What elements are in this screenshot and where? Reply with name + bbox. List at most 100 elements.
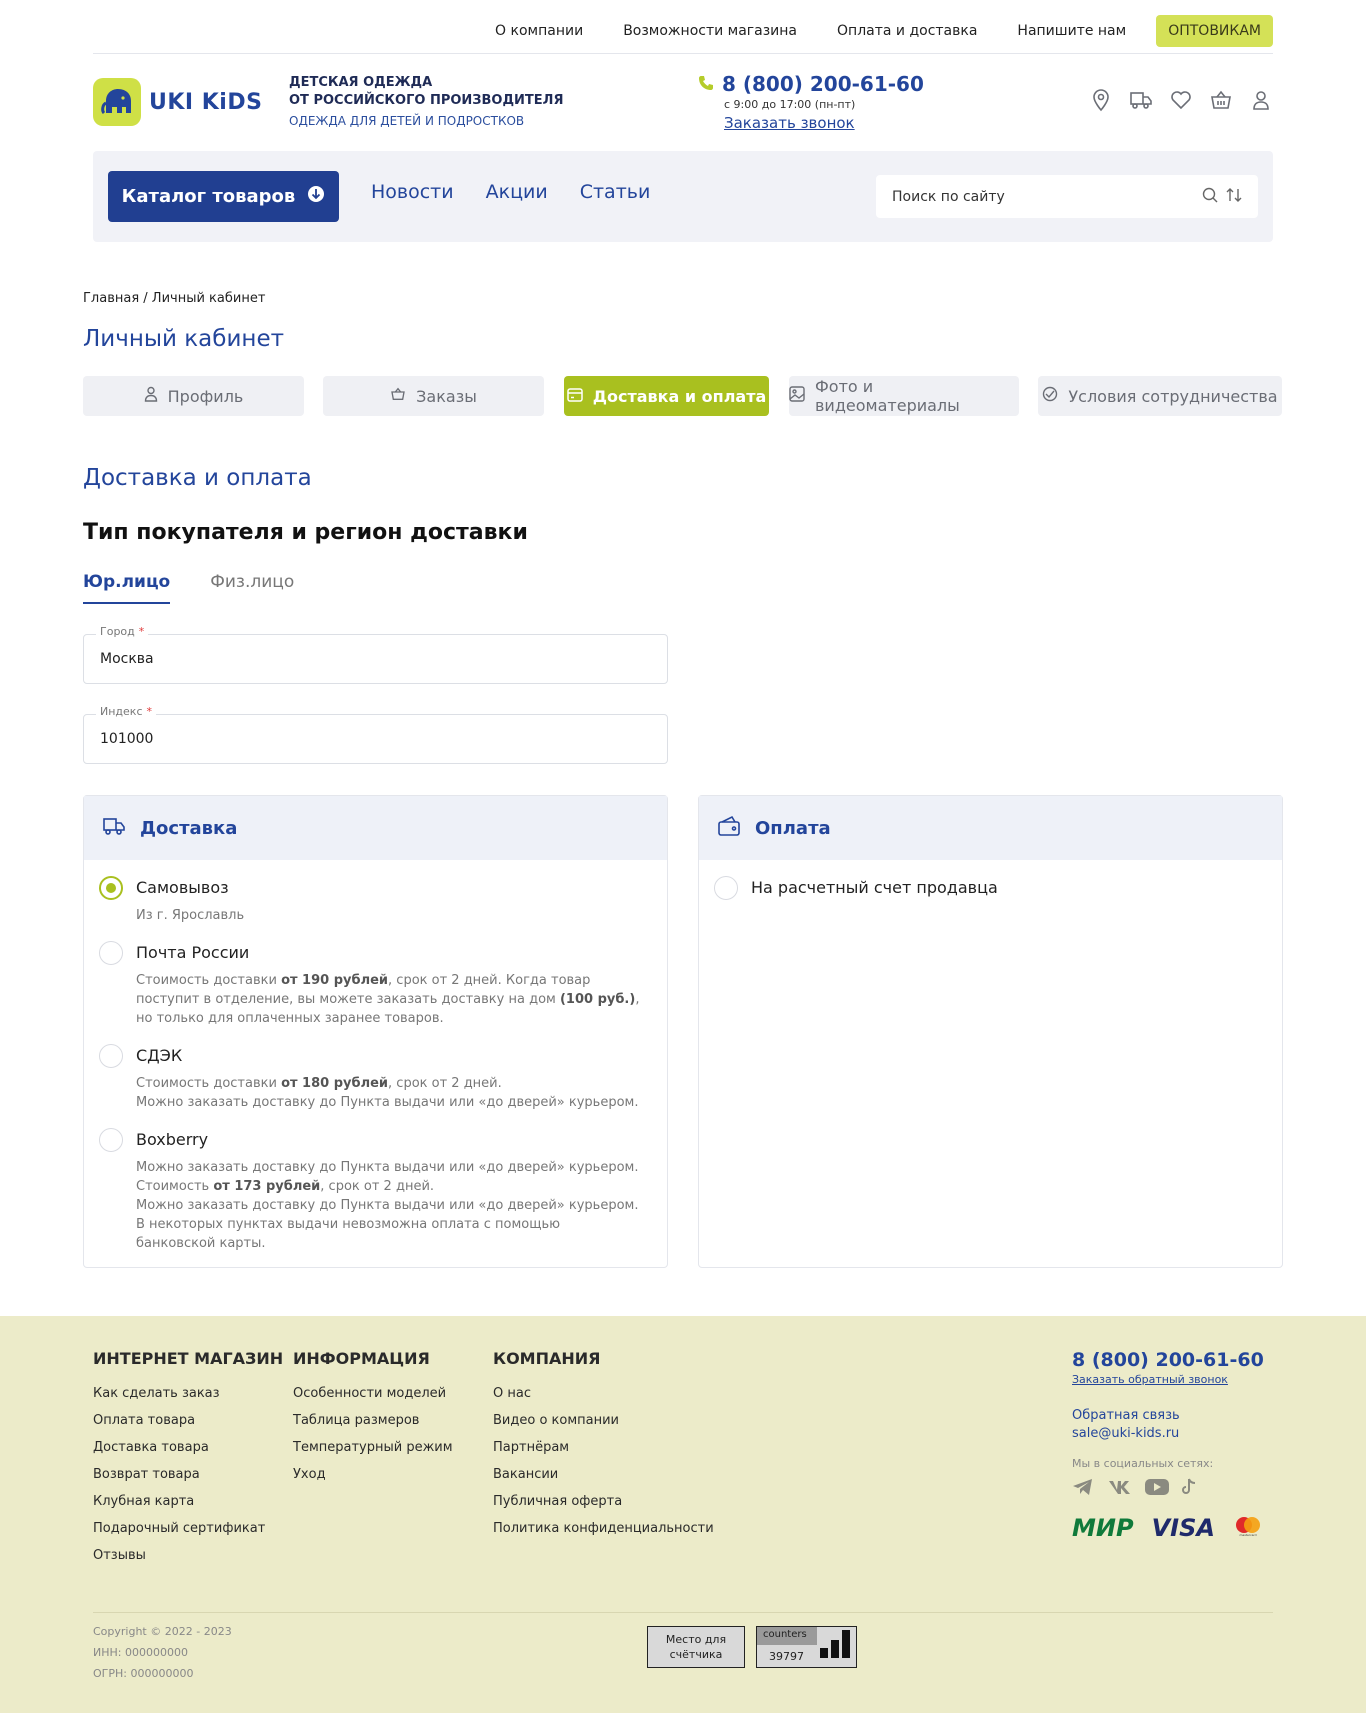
footer-link[interactable]: Вакансии xyxy=(493,1461,714,1488)
wholesale-button[interactable]: ОПТОВИКАМ xyxy=(1156,14,1273,47)
brand-name: UKI KiDS xyxy=(149,89,263,115)
footer-link[interactable]: О нас xyxy=(493,1380,714,1407)
footer-link[interactable]: Видео о компании xyxy=(493,1407,714,1434)
option-pickup-label: Самовывоз xyxy=(136,878,229,897)
top-link-payment-delivery[interactable]: Оплата и доставка xyxy=(837,23,977,39)
tagline-line2: ОТ РОССИЙСКОГО ПРОИЗВОДИТЕЛЯ xyxy=(289,93,564,108)
footer-col-shop: ИНТЕРНЕТ МАГАЗИН Как сделать заказ Оплат… xyxy=(93,1349,283,1569)
index-value: 101000 xyxy=(100,731,154,747)
search-input[interactable]: Поиск по сайту xyxy=(892,189,1202,205)
truck-icon xyxy=(102,814,126,842)
footer-link[interactable]: Оплата товара xyxy=(93,1407,283,1434)
copyright-block: Copyright © 2022 - 2023 ИНН: 000000000 О… xyxy=(93,1621,232,1684)
basket-icon xyxy=(390,386,406,406)
footer-link[interactable]: Таблица размеров xyxy=(293,1407,453,1434)
radio-russian-post[interactable] xyxy=(99,941,123,965)
radio-boxberry[interactable] xyxy=(99,1128,123,1152)
truck-icon[interactable] xyxy=(1129,88,1153,112)
elephant-icon xyxy=(93,78,141,126)
footer-phone[interactable]: 8 (800) 200-61-60 xyxy=(1072,1349,1264,1371)
footer-link[interactable]: Как сделать заказ xyxy=(93,1380,283,1407)
index-field[interactable]: Индекс * 101000 xyxy=(83,705,668,764)
nav-promos[interactable]: Акции xyxy=(486,181,548,203)
site-header: UKI KiDS ДЕТСКАЯ ОДЕЖДА ОТ РОССИЙСКОГО П… xyxy=(93,72,1273,138)
footer-link[interactable]: Подарочный сертификат xyxy=(93,1515,283,1542)
footer-link[interactable]: Политика конфиденциальности xyxy=(493,1515,714,1542)
tab-delivery-payment[interactable]: Доставка и оплата xyxy=(564,376,769,416)
tab-profile-label: Профиль xyxy=(167,386,244,406)
heart-icon[interactable] xyxy=(1169,88,1193,112)
footer-link[interactable]: Температурный режим xyxy=(293,1434,453,1461)
footer: ИНТЕРНЕТ МАГАЗИН Как сделать заказ Оплат… xyxy=(0,1316,1366,1713)
catalog-button[interactable]: Каталог товаров xyxy=(108,171,339,222)
bar-chart-icon xyxy=(818,1626,852,1664)
option-russian-post-desc: Стоимость доставки от 190 рублей, срок о… xyxy=(136,973,640,1026)
footer-link[interactable]: Партнёрам xyxy=(493,1434,714,1461)
footer-col-company-title: КОМПАНИЯ xyxy=(493,1349,601,1368)
top-link-features[interactable]: Возможности магазина xyxy=(623,23,797,39)
nav-articles[interactable]: Статьи xyxy=(580,181,651,203)
user-icon[interactable] xyxy=(1249,88,1273,112)
wallet-icon xyxy=(717,814,741,842)
payment-title: Оплата xyxy=(755,817,831,839)
option-cdek-desc: Стоимость доставки от 180 рублей, срок о… xyxy=(136,1076,639,1110)
tiktok-icon[interactable] xyxy=(1180,1478,1204,1496)
breadcrumb[interactable]: Главная / Личный кабинет xyxy=(83,291,265,306)
top-link-about[interactable]: О компании xyxy=(495,23,583,39)
footer-link[interactable]: Возврат товара xyxy=(93,1461,283,1488)
top-link-contact[interactable]: Напишите нам xyxy=(1017,23,1126,39)
tab-media[interactable]: Фото и видеоматериалы xyxy=(789,376,1019,416)
payment-header: Оплата xyxy=(699,796,1282,860)
footer-col-info: ИНФОРМАЦИЯ Особенности моделей Таблица р… xyxy=(293,1349,453,1488)
city-field[interactable]: Город * Москва xyxy=(83,625,668,684)
footer-feedback-link[interactable]: Обратная связь xyxy=(1072,1408,1264,1423)
delivery-panel: Доставка Самовывоз Из г. Ярославль Почта… xyxy=(83,795,668,1268)
footer-link[interactable]: Доставка товара xyxy=(93,1434,283,1461)
phone-icon xyxy=(698,72,714,96)
social-label: Мы в социальных сетях: xyxy=(1072,1457,1214,1470)
footer-link[interactable]: Публичная оферта xyxy=(493,1488,714,1515)
telegram-icon[interactable] xyxy=(1072,1478,1096,1496)
youtube-icon[interactable] xyxy=(1144,1478,1169,1496)
search-icon[interactable] xyxy=(1202,187,1218,207)
option-pickup-desc: Из г. Ярославль xyxy=(136,908,245,923)
header-icons xyxy=(1089,88,1273,112)
search-box[interactable]: Поиск по сайту xyxy=(876,175,1258,218)
basket-icon[interactable] xyxy=(1209,88,1233,112)
option-cdek-label: СДЭК xyxy=(136,1046,183,1065)
phone-number[interactable]: 8 (800) 200-61-60 xyxy=(722,72,924,96)
footer-email[interactable]: sale@uki-kids.ru xyxy=(1072,1426,1264,1441)
sort-icon[interactable] xyxy=(1226,187,1242,207)
radio-cdek[interactable] xyxy=(99,1044,123,1068)
tab-legal-entity[interactable]: Юр.лицо xyxy=(83,572,171,604)
handshake-icon xyxy=(1042,386,1058,406)
option-boxberry-label: Boxberry xyxy=(136,1130,209,1149)
footer-link[interactable]: Особенности моделей xyxy=(293,1380,453,1407)
inn: ИНН: 000000000 xyxy=(93,1646,188,1659)
tab-orders-label: Заказы xyxy=(416,386,477,406)
logo[interactable]: UKI KiDS xyxy=(93,78,262,126)
option-boxberry-desc: Можно заказать доставку до Пункта выдачи… xyxy=(136,1160,639,1251)
nav-news[interactable]: Новости xyxy=(371,181,454,203)
tab-orders[interactable]: Заказы xyxy=(323,376,544,416)
location-icon[interactable] xyxy=(1089,88,1113,112)
svg-text:mastercard: mastercard xyxy=(1239,1533,1256,1537)
footer-callback-link[interactable]: Заказать обратный звонок xyxy=(1072,1373,1264,1386)
footer-link[interactable]: Отзывы xyxy=(93,1542,283,1569)
counter-label: counters xyxy=(757,1627,817,1645)
radio-pickup[interactable] xyxy=(99,876,123,900)
radio-bank-transfer[interactable] xyxy=(714,876,738,900)
footer-link[interactable]: Клубная карта xyxy=(93,1488,283,1515)
tab-media-label: Фото и видеоматериалы xyxy=(815,377,960,415)
nav-links: Новости Акции Статьи xyxy=(371,181,650,203)
tagline-line1: ДЕТСКАЯ ОДЕЖДА xyxy=(289,75,433,90)
tab-cooperation[interactable]: Условия сотрудничества xyxy=(1038,376,1282,416)
footer-link[interactable]: Уход xyxy=(293,1461,453,1488)
callback-link[interactable]: Заказать звонок xyxy=(724,114,924,132)
tab-cooperation-label: Условия сотрудничества xyxy=(1068,386,1278,406)
vk-icon[interactable] xyxy=(1108,1478,1132,1496)
section-title: Доставка и оплата xyxy=(83,465,312,491)
tab-profile[interactable]: Профиль xyxy=(83,376,304,416)
tab-individual[interactable]: Физ.лицо xyxy=(210,572,294,604)
counter-widget[interactable]: counters 39797 xyxy=(756,1626,857,1668)
